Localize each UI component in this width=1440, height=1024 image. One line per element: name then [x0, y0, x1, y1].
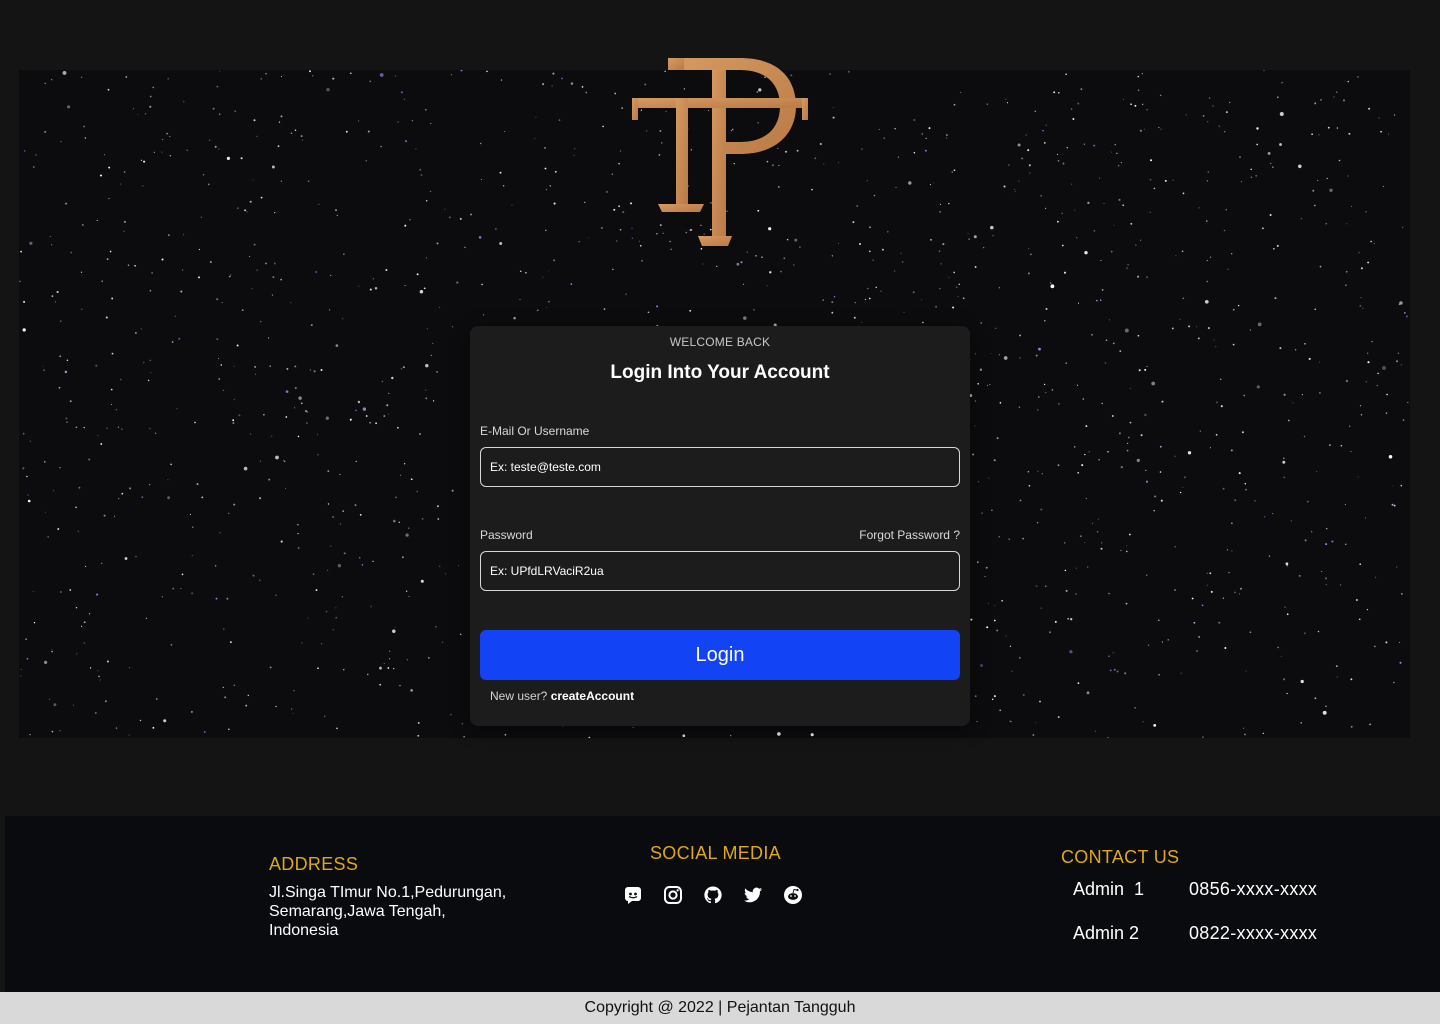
address-heading: ADDRESS	[269, 854, 359, 874]
email-label: E-Mail Or Username	[480, 424, 590, 438]
address-line: Indonesia	[269, 922, 339, 939]
copyright-bar: Copyright @ 2022 | Pejantan Tangguh	[0, 992, 1440, 1024]
discord-icon[interactable]	[622, 884, 644, 906]
new-user-text: New user?	[490, 689, 548, 703]
login-title: Login Into Your Account	[610, 362, 830, 383]
forgot-password-link[interactable]: Forgot Password ?	[859, 528, 960, 542]
contact-heading: CONTACT US	[1061, 847, 1180, 867]
twitter-icon[interactable]	[742, 884, 764, 906]
address-text: Jl.Singa TImur No.1,Pedurungan, Semarang…	[269, 883, 539, 940]
new-user-prompt: New user? createAccount	[490, 689, 634, 703]
footer: ADDRESS Jl.Singa TImur No.1,Pedurungan, …	[5, 816, 1440, 992]
contact-name: Admin 2	[1073, 923, 1140, 943]
reddit-icon[interactable]	[782, 884, 804, 906]
password-label: Password	[480, 528, 533, 542]
create-account-link[interactable]: createAccount	[551, 689, 634, 703]
login-button[interactable]: Login	[480, 630, 960, 680]
address-line: Jl.Singa TImur No.1,Pedurungan,	[269, 884, 507, 901]
password-input[interactable]	[480, 551, 960, 591]
pt-monogram-logo	[632, 58, 808, 246]
instagram-icon[interactable]	[662, 884, 684, 906]
email-input[interactable]	[480, 447, 960, 487]
social-links	[622, 884, 804, 906]
welcome-text: WELCOME BACK	[669, 335, 771, 349]
contact-phone: 0856-xxxx-xxxx	[1189, 879, 1318, 899]
social-media-heading: SOCIAL MEDIA	[650, 843, 781, 863]
contact-name: Admin 1	[1073, 879, 1145, 899]
login-card: WELCOME BACK Login Into Your Account E-M…	[470, 326, 970, 726]
address-line: Semarang,Jawa Tengah,	[269, 903, 446, 920]
github-icon[interactable]	[702, 884, 724, 906]
contact-phone: 0822-xxxx-xxxx	[1189, 923, 1318, 943]
